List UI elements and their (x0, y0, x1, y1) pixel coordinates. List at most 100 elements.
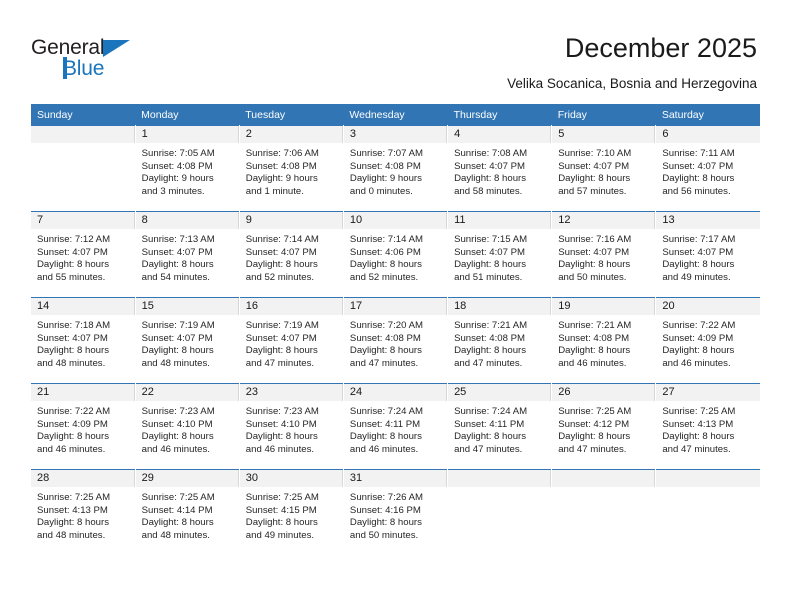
day-number-band (656, 470, 760, 487)
calendar-day-cell[interactable]: 3 Sunrise: 7:07 AM Sunset: 4:08 PM Daylight… (343, 125, 449, 212)
day-number: 31 (349, 472, 363, 484)
day-cell-body: Sunrise: 7:06 AM Sunset: 4:08 PM Daylight:… (240, 143, 343, 211)
sunset-time: Sunset: 4:07 PM (37, 246, 108, 258)
sunrise-time: Sunrise: 7:22 AM (662, 320, 736, 331)
day-cell-body: Sunrise: 7:18 AM Sunset: 4:07 PM Daylight:… (31, 315, 135, 383)
day-number: 19 (558, 300, 571, 312)
calendar-day-cell[interactable]: 17 Sunrise: 7:20 AM Sunset: 4:08 PM Dayligh… (343, 297, 449, 384)
day-number-band: 21 (31, 384, 135, 401)
daylight-duration-line2: and 48 minutes. (141, 357, 210, 369)
sunset-time: Sunset: 4:15 PM (245, 504, 317, 516)
weekday-header-sunday: Sunday (31, 104, 136, 126)
sunrise-time: Sunrise: 7:19 AM (245, 320, 319, 331)
calendar-day-cell[interactable]: 15 Sunrise: 7:19 AM Sunset: 4:07 PM Dayligh… (135, 297, 240, 384)
sunrise-time: Sunrise: 7:20 AM (349, 320, 423, 331)
day-number: 29 (141, 472, 154, 484)
day-number-band: 26 (552, 384, 656, 401)
day-number-band: 1 (135, 126, 239, 143)
sunset-time: Sunset: 4:08 PM (141, 160, 213, 172)
calendar-day-cell[interactable]: 29 Sunrise: 7:25 AM Sunset: 4:14 PM Dayligh… (135, 469, 240, 555)
calendar-day-cell[interactable]: 6 Sunrise: 7:11 AM Sunset: 4:07 PM Daylight… (655, 125, 760, 212)
calendar-day-cell[interactable]: 5 Sunrise: 7:10 AM Sunset: 4:07 PM Daylight… (551, 125, 657, 212)
calendar-day-cell-empty (655, 469, 760, 555)
calendar-day-cell[interactable]: 10 Sunrise: 7:14 AM Sunset: 4:06 PM Dayligh… (343, 211, 449, 298)
day-cell-body: Sunrise: 7:24 AM Sunset: 4:11 PM Daylight:… (344, 401, 447, 469)
weekday-header-row: Sunday Monday Tuesday Wednesday Thursday… (31, 104, 760, 126)
daylight-duration-line2: and 54 minutes. (141, 271, 210, 283)
calendar-day-cell[interactable]: 21 Sunrise: 7:22 AM Sunset: 4:09 PM Dayligh… (31, 383, 136, 470)
calendar-day-cell[interactable]: 12 Sunrise: 7:16 AM Sunset: 4:07 PM Dayligh… (551, 211, 657, 298)
calendar-day-cell[interactable]: 30 Sunrise: 7:25 AM Sunset: 4:15 PM Dayligh… (239, 469, 344, 555)
day-number-band: 9 (239, 212, 343, 229)
daylight-duration-line2: and 48 minutes. (141, 529, 210, 541)
day-cell-body: Sunrise: 7:17 AM Sunset: 4:07 PM Daylight:… (656, 229, 760, 297)
daylight-duration-line1: Daylight: 8 hours (558, 431, 631, 443)
calendar-day-cell[interactable]: 25 Sunrise: 7:24 AM Sunset: 4:11 PM Dayligh… (447, 383, 553, 470)
day-number-band: 19 (552, 298, 656, 315)
sunset-time: Sunset: 4:06 PM (349, 246, 421, 258)
day-number-band: 3 (343, 126, 448, 143)
calendar-day-cell[interactable]: 14 Sunrise: 7:18 AM Sunset: 4:07 PM Dayligh… (31, 297, 136, 384)
day-cell-body: Sunrise: 7:10 AM Sunset: 4:07 PM Daylight:… (552, 143, 655, 211)
sunset-time: Sunset: 4:08 PM (245, 160, 317, 172)
day-number-band: 11 (448, 212, 552, 229)
calendar-day-cell[interactable]: 22 Sunrise: 7:23 AM Sunset: 4:10 PM Dayligh… (135, 383, 240, 470)
sunrise-time: Sunrise: 7:23 AM (141, 406, 215, 417)
calendar-day-cell[interactable]: 16 Sunrise: 7:19 AM Sunset: 4:07 PM Dayligh… (239, 297, 344, 384)
daylight-duration-line1: Daylight: 8 hours (37, 431, 109, 443)
calendar-day-cell[interactable]: 8 Sunrise: 7:13 AM Sunset: 4:07 PM Daylight… (135, 211, 240, 298)
sunrise-time: Sunrise: 7:25 AM (558, 406, 632, 417)
day-number: 25 (454, 386, 467, 398)
calendar-week-row: 21 Sunrise: 7:22 AM Sunset: 4:09 PM Dayligh… (31, 383, 760, 470)
calendar-day-cell[interactable]: 31 Sunrise: 7:26 AM Sunset: 4:16 PM Dayligh… (343, 469, 449, 555)
sunset-time: Sunset: 4:09 PM (662, 332, 734, 344)
day-number-band (552, 470, 656, 487)
day-number-band: 8 (135, 212, 239, 229)
sunrise-time: Sunrise: 7:05 AM (141, 148, 215, 159)
daylight-duration-line2: and 47 minutes. (245, 357, 315, 369)
calendar-day-cell[interactable]: 26 Sunrise: 7:25 AM Sunset: 4:12 PM Dayligh… (551, 383, 657, 470)
day-cell-body: Sunrise: 7:25 AM Sunset: 4:13 PM Daylight:… (31, 487, 135, 555)
calendar-day-cell[interactable]: 11 Sunrise: 7:15 AM Sunset: 4:07 PM Dayligh… (447, 211, 553, 298)
calendar-day-cell[interactable]: 23 Sunrise: 7:23 AM Sunset: 4:10 PM Dayligh… (239, 383, 344, 470)
daylight-duration-line1: Daylight: 8 hours (662, 345, 735, 357)
day-number: 5 (558, 128, 565, 140)
day-cell-body: Sunrise: 7:11 AM Sunset: 4:07 PM Daylight:… (656, 143, 760, 211)
day-number-band: 2 (239, 126, 343, 143)
calendar-day-cell[interactable]: 24 Sunrise: 7:24 AM Sunset: 4:11 PM Dayligh… (343, 383, 449, 470)
daylight-duration-line1: Daylight: 9 hours (141, 173, 214, 185)
sunrise-time: Sunrise: 7:15 AM (454, 234, 528, 245)
day-number-band: 16 (239, 298, 343, 315)
calendar-day-cell[interactable]: 7 Sunrise: 7:12 AM Sunset: 4:07 PM Daylight… (31, 211, 136, 298)
calendar-day-cell[interactable]: 28 Sunrise: 7:25 AM Sunset: 4:13 PM Dayligh… (31, 469, 136, 555)
day-number-band (31, 126, 135, 143)
day-number: 12 (558, 214, 571, 226)
sunset-time: Sunset: 4:08 PM (454, 332, 525, 344)
day-cell-body: Sunrise: 7:25 AM Sunset: 4:14 PM Daylight:… (136, 487, 239, 555)
general-blue-logo[interactable]: General Blue (31, 36, 151, 82)
day-number: 6 (662, 128, 669, 140)
day-cell-body: Sunrise: 7:16 AM Sunset: 4:07 PM Daylight:… (552, 229, 655, 297)
sunset-time: Sunset: 4:13 PM (662, 418, 734, 430)
day-cell-body (552, 487, 655, 555)
calendar-day-cell[interactable]: 19 Sunrise: 7:21 AM Sunset: 4:08 PM Dayligh… (551, 297, 657, 384)
day-cell-body: Sunrise: 7:22 AM Sunset: 4:09 PM Daylight:… (31, 401, 135, 469)
day-number: 16 (245, 300, 259, 312)
day-cell-body: Sunrise: 7:25 AM Sunset: 4:15 PM Daylight:… (240, 487, 343, 555)
calendar-day-cell[interactable]: 9 Sunrise: 7:14 AM Sunset: 4:07 PM Daylight… (239, 211, 344, 298)
calendar-day-cell[interactable]: 2 Sunrise: 7:06 AM Sunset: 4:08 PM Daylight… (239, 125, 344, 212)
sunset-time: Sunset: 4:08 PM (349, 332, 421, 344)
sunset-time: Sunset: 4:07 PM (37, 332, 108, 344)
calendar-day-cell[interactable]: 18 Sunrise: 7:21 AM Sunset: 4:08 PM Dayligh… (447, 297, 553, 384)
calendar-day-cell[interactable]: 13 Sunrise: 7:17 AM Sunset: 4:07 PM Dayligh… (655, 211, 760, 298)
calendar-day-cell[interactable]: 4 Sunrise: 7:08 AM Sunset: 4:07 PM Daylight… (447, 125, 553, 212)
day-cell-body: Sunrise: 7:24 AM Sunset: 4:11 PM Daylight:… (448, 401, 551, 469)
daylight-duration-line1: Daylight: 8 hours (349, 431, 422, 443)
day-number-band: 22 (135, 384, 239, 401)
calendar-day-cell[interactable]: 27 Sunrise: 7:25 AM Sunset: 4:13 PM Dayligh… (655, 383, 760, 470)
sunrise-time: Sunrise: 7:14 AM (349, 234, 423, 245)
daylight-duration-line2: and 51 minutes. (454, 271, 523, 283)
calendar-day-cell[interactable]: 20 Sunrise: 7:22 AM Sunset: 4:09 PM Dayligh… (655, 297, 760, 384)
day-number: 13 (662, 214, 675, 226)
calendar-day-cell[interactable]: 1 Sunrise: 7:05 AM Sunset: 4:08 PM Daylight… (135, 125, 240, 212)
